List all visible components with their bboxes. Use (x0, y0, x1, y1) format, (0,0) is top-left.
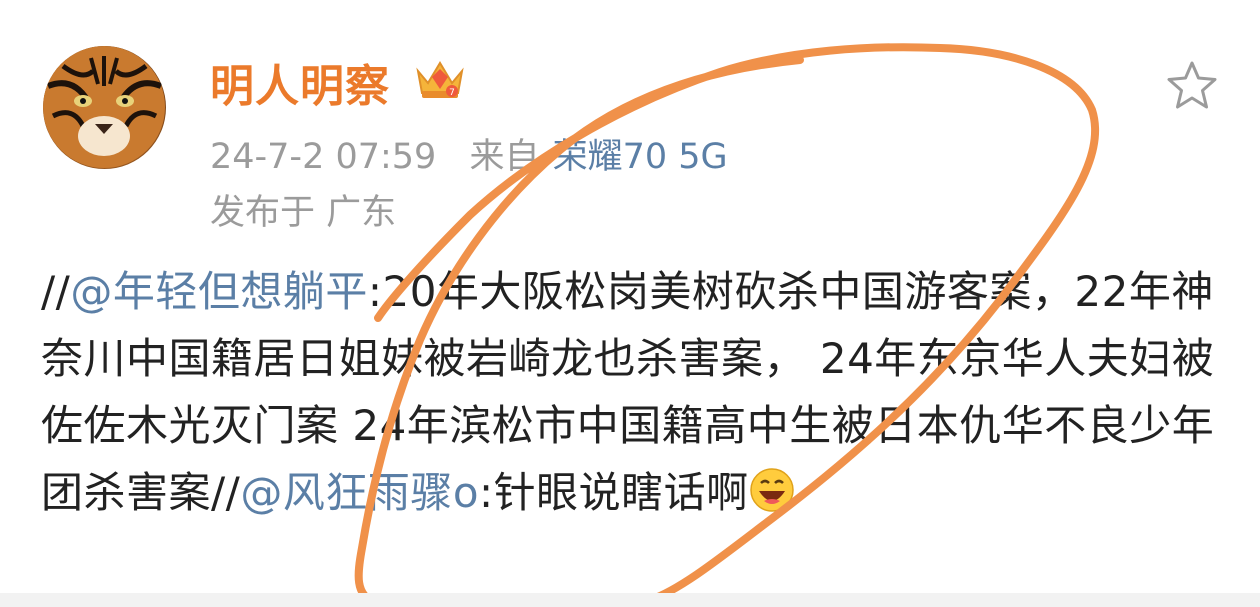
post-location: 发布于 广东 (210, 193, 397, 233)
post-timestamp: 24-7-2 07:59 (210, 137, 437, 177)
laughing-emoji-icon (749, 468, 794, 512)
post-meta: 24-7-2 07:59 来自 荣耀70 5G (210, 128, 728, 179)
favorite-star-icon[interactable] (1164, 58, 1220, 114)
post-body: //@年轻但想躺平:20年大阪松岗美树砍杀中国游客案，22年神奈川中国籍居日姐妹… (41, 258, 1221, 526)
source-device-link[interactable]: 荣耀70 5G (553, 137, 728, 177)
mention-link[interactable]: @风狂雨骤o (240, 468, 479, 517)
body-segment: :针眼说瞎话啊 (479, 468, 749, 517)
crown-badge-icon[interactable]: 7 (412, 55, 468, 101)
author-name[interactable]: 明人明察 (210, 50, 390, 114)
weibo-post: 明人明察 7 24-7-2 07:59 来自 荣耀70 5G 发布于 广东 //… (0, 0, 1260, 607)
author-avatar[interactable] (43, 46, 166, 169)
bottom-divider (0, 593, 1260, 607)
body-segment: // (41, 267, 71, 316)
svg-text:7: 7 (449, 88, 455, 98)
source-label: 来自 (469, 137, 540, 177)
tiger-avatar-icon (43, 46, 165, 168)
mention-link[interactable]: @年轻但想躺平 (70, 267, 368, 316)
